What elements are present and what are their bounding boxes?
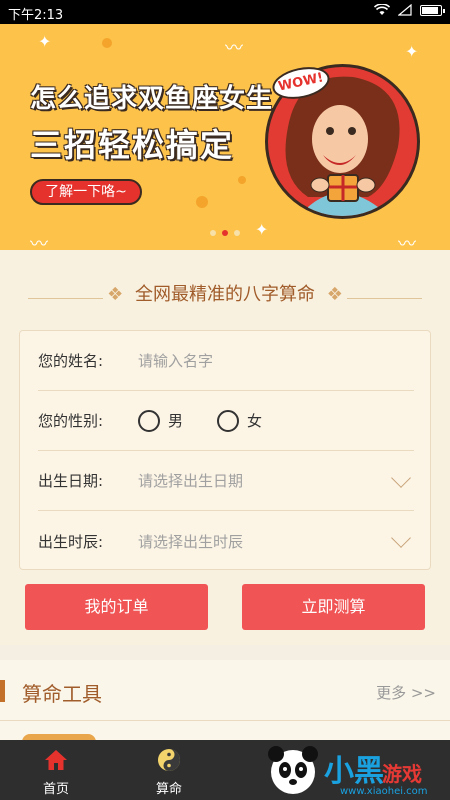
birth-date-label: 出生日期: [38, 472, 104, 490]
tools-divider [0, 720, 450, 721]
gender-female-label: 女 [247, 412, 263, 430]
decor-dot [196, 196, 208, 208]
home-icon [45, 750, 67, 770]
chevron-down-icon[interactable] [391, 528, 411, 548]
title-deco-right-icon: ❖ [326, 284, 343, 305]
form-title-text: 全网最精准的八字算命 [135, 284, 315, 305]
carousel-dot[interactable] [234, 230, 240, 236]
birth-time-row[interactable]: 出生时辰: 请选择出生时辰 [38, 511, 414, 571]
my-orders-button[interactable]: 我的订单 [25, 584, 208, 630]
nav-home[interactable]: 首页 [21, 740, 91, 800]
chevron-down-icon[interactable] [391, 467, 411, 488]
sparkle-icon: ✦ [255, 220, 269, 239]
nav-fortune-label: 算命 [155, 782, 182, 797]
calculate-now-button[interactable]: 立即测算 [242, 584, 425, 630]
carousel-dot[interactable] [210, 230, 216, 236]
signal-icon [398, 4, 412, 16]
watermark-brand-part2: 游戏 [382, 762, 422, 786]
title-deco-left-icon: ❖ [107, 284, 124, 305]
gender-male-option[interactable]: 男 [138, 409, 184, 432]
banner-subheadline: 三招轻松搞定 [30, 126, 235, 164]
gender-label: 您的性别: [38, 412, 104, 430]
gender-female-option[interactable]: 女 [217, 409, 263, 432]
wifi-icon [374, 4, 390, 15]
carousel-dots [210, 230, 240, 236]
nav-home-label: 首页 [42, 782, 69, 797]
watermark-logo: 小黑 游戏 www.xiaohei.com [244, 742, 444, 800]
tools-more-link[interactable]: 更多 >> [376, 682, 436, 703]
battery-icon [420, 4, 445, 16]
banner-headline: 怎么追求双鱼座女生 [30, 84, 274, 114]
form-title: ❖ 全网最精准的八字算命 ❖ [0, 280, 450, 306]
watermark-brand-part1: 小黑 [324, 754, 384, 789]
wave-icon: 〰 [30, 234, 48, 250]
birth-date-select[interactable]: 请选择出生日期 [138, 470, 394, 491]
gender-row: 您的性别: 男 女 [38, 391, 414, 451]
status-time: 下午2:13 [8, 8, 64, 23]
watermark-url: www.xiaohei.com [340, 786, 428, 797]
radio-female[interactable] [217, 409, 240, 432]
tools-title: 算命工具 [22, 682, 102, 706]
birth-date-row[interactable]: 出生日期: 请选择出生日期 [38, 451, 414, 511]
wave-icon: 〰 [225, 38, 243, 59]
carousel-dot-active[interactable] [222, 230, 228, 236]
yin-yang-icon [158, 749, 180, 771]
name-label: 您的姓名: [38, 352, 104, 370]
decor-dot [238, 176, 246, 184]
name-input[interactable]: 请输入名字 [138, 350, 414, 371]
sparkle-icon: ✦ [38, 32, 52, 51]
fortune-form-section: ❖ 全网最精准的八字算命 ❖ 您的姓名: 请输入名字 您的性别: 男 女 出生日… [0, 250, 450, 645]
form-card: 您的姓名: 请输入名字 您的性别: 男 女 出生日期: 请选择出生日期 出生时辰… [19, 330, 431, 570]
panda-logo-icon [268, 746, 318, 794]
gender-male-label: 男 [168, 412, 184, 430]
birth-time-select[interactable]: 请选择出生时辰 [138, 531, 394, 552]
bottom-nav: 首页 算命 小黑 游戏 www.xiaohei.com [0, 740, 450, 800]
section-accent-bar [0, 680, 5, 702]
status-icons [374, 4, 445, 16]
birth-time-label: 出生时辰: [38, 532, 104, 551]
radio-male[interactable] [138, 409, 160, 432]
sparkle-icon: ✦ [405, 42, 419, 61]
name-row[interactable]: 您的姓名: 请输入名字 [38, 331, 414, 391]
decor-dot [102, 38, 112, 48]
nav-fortune[interactable]: 算命 [134, 740, 204, 800]
banner-cta-button[interactable]: 了解一下咯~ [30, 179, 142, 205]
tools-section: 算命工具 更多 >> [0, 660, 450, 746]
promo-banner[interactable]: ✦ ✦ ✦ 〰 〰 〰 怎么追求双鱼座女生 三招轻松搞定 了解一下咯~ WOW! [0, 24, 450, 250]
wave-icon: 〰 [398, 234, 416, 250]
status-bar: 下午2:13 [0, 0, 450, 24]
